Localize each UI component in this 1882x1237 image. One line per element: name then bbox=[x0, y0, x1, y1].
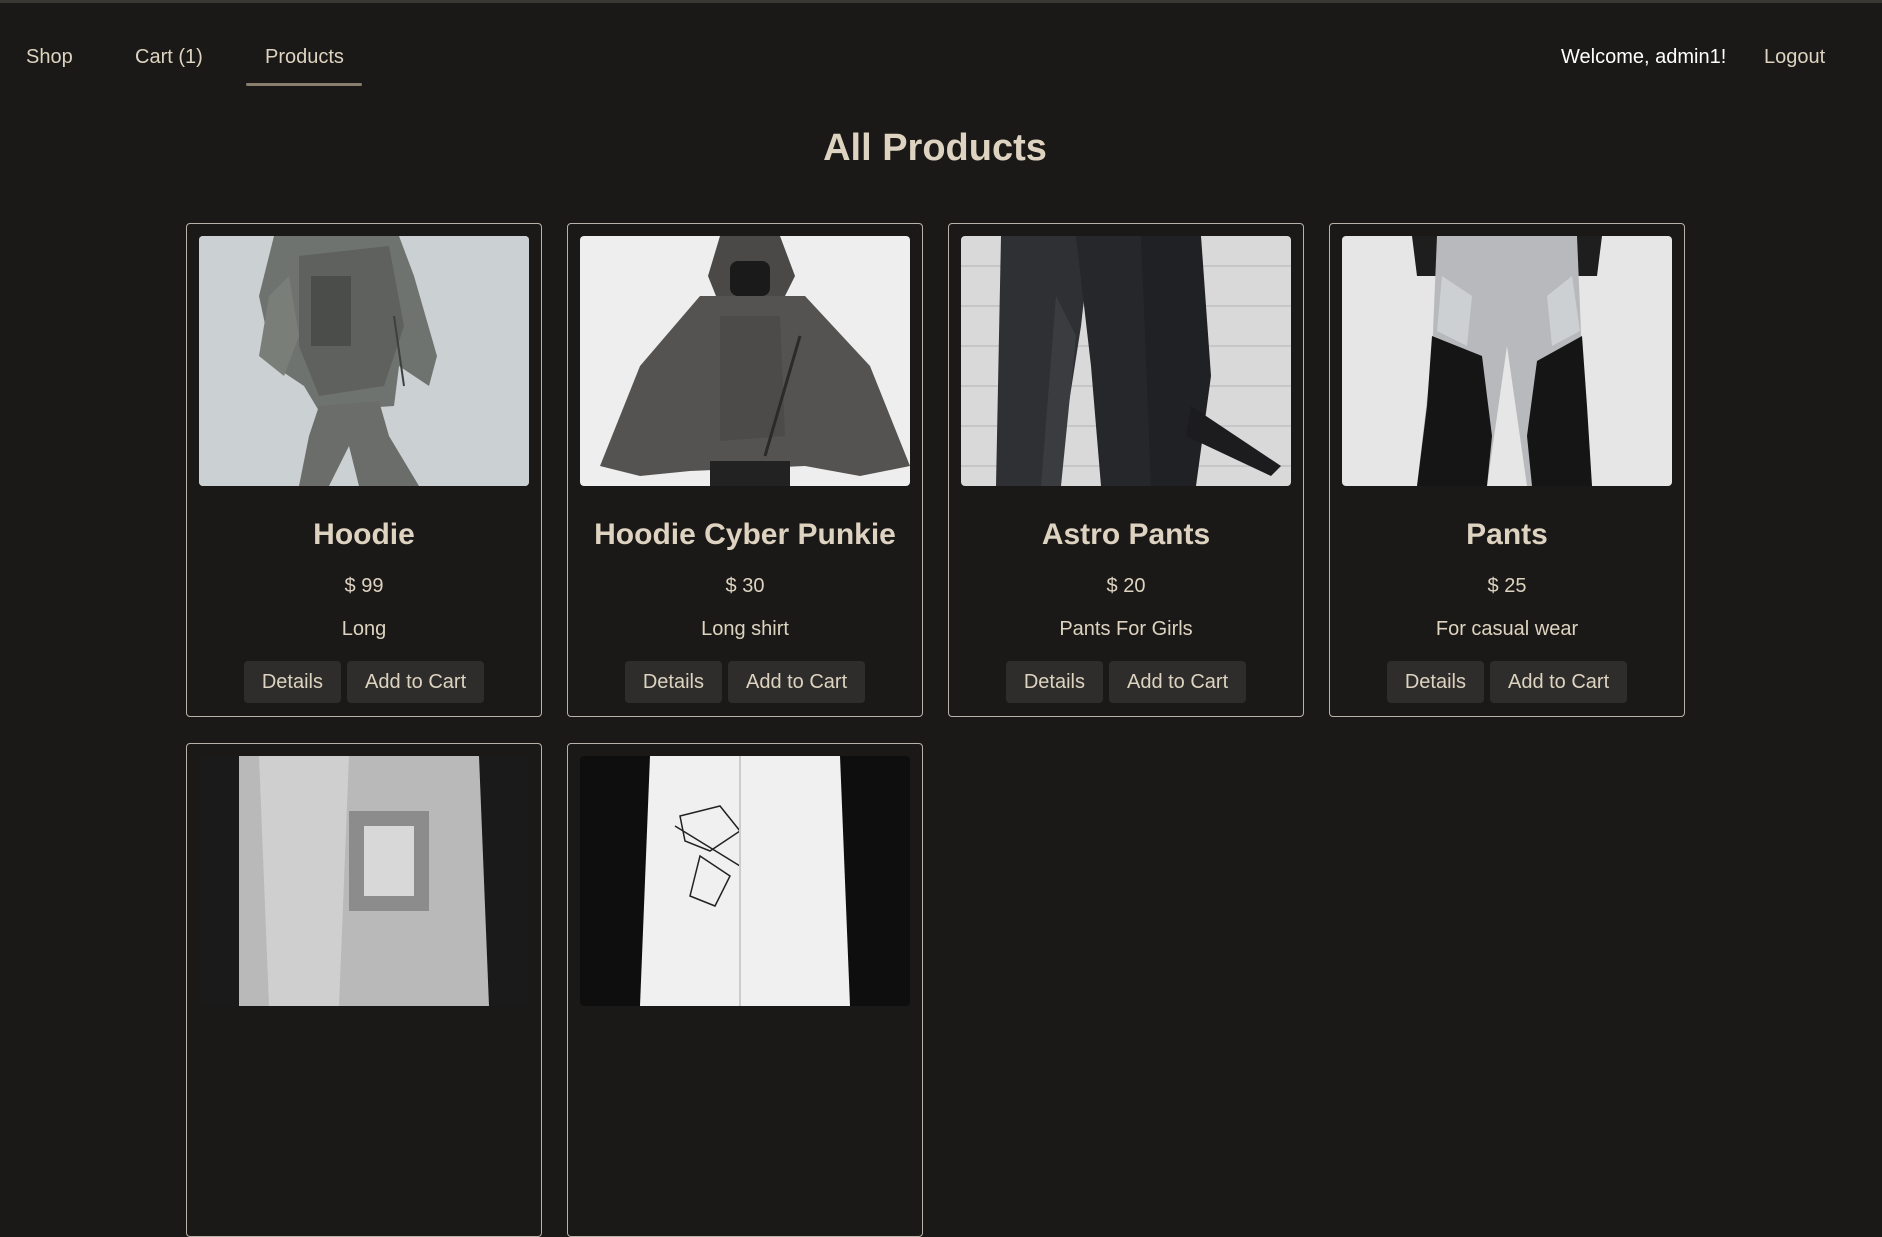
add-to-cart-button[interactable]: Add to Cart bbox=[727, 661, 866, 703]
product-name: Astro Pants bbox=[1041, 518, 1211, 551]
top-navbar: Shop Cart (1) Products Welcome, admin1! … bbox=[0, 3, 1882, 87]
logout-link[interactable]: Logout bbox=[1764, 47, 1825, 67]
product-name: Hoodie bbox=[313, 518, 415, 551]
welcome-message: Welcome, admin1! bbox=[1561, 46, 1727, 68]
product-price: $ 20 bbox=[1106, 575, 1146, 597]
product-actions: Details Add to Cart bbox=[187, 661, 541, 703]
product-image[interactable] bbox=[199, 236, 529, 486]
nav-products-link[interactable]: Products bbox=[265, 47, 344, 67]
product-actions: Details Add to Cart bbox=[949, 661, 1303, 703]
product-card-6 bbox=[567, 743, 923, 1237]
product-price: $ 25 bbox=[1487, 575, 1527, 597]
nav-cart-link[interactable]: Cart (1) bbox=[135, 47, 203, 67]
add-to-cart-button[interactable]: Add to Cart bbox=[1489, 661, 1628, 703]
product-card-5 bbox=[186, 743, 542, 1237]
details-button[interactable]: Details bbox=[243, 661, 341, 703]
details-button[interactable]: Details bbox=[1386, 661, 1484, 703]
nav-shop-link[interactable]: Shop bbox=[26, 47, 73, 67]
details-button[interactable]: Details bbox=[624, 661, 722, 703]
product-price: $ 30 bbox=[725, 575, 765, 597]
details-button[interactable]: Details bbox=[1005, 661, 1103, 703]
product-image[interactable] bbox=[199, 756, 529, 1006]
product-card-hoodie-cyber-punkie: Hoodie Cyber Punkie $ 30 Long shirt Deta… bbox=[567, 223, 923, 717]
active-tab-indicator bbox=[246, 83, 362, 86]
add-to-cart-button[interactable]: Add to Cart bbox=[1108, 661, 1247, 703]
product-description: Pants For Girls bbox=[1059, 618, 1193, 640]
product-description: Long bbox=[341, 618, 387, 640]
product-actions: Details Add to Cart bbox=[1330, 661, 1684, 703]
product-name: Pants bbox=[1466, 518, 1548, 551]
product-description: Long shirt bbox=[701, 618, 789, 640]
product-card-hoodie: Hoodie $ 99 Long Details Add to Cart bbox=[186, 223, 542, 717]
product-name: Hoodie Cyber Punkie bbox=[594, 518, 896, 551]
product-image[interactable] bbox=[580, 756, 910, 1006]
product-actions: Details Add to Cart bbox=[568, 661, 922, 703]
page-title: All Products bbox=[823, 127, 1047, 169]
product-description: For casual wear bbox=[1435, 618, 1579, 640]
product-image[interactable] bbox=[961, 236, 1291, 486]
product-card-pants: Pants $ 25 For casual wear Details Add t… bbox=[1329, 223, 1685, 717]
add-to-cart-button[interactable]: Add to Cart bbox=[346, 661, 485, 703]
product-card-astro-pants: Astro Pants $ 20 Pants For Girls Details… bbox=[948, 223, 1304, 717]
product-image[interactable] bbox=[1342, 236, 1672, 486]
product-image[interactable] bbox=[580, 236, 910, 486]
product-price: $ 99 bbox=[344, 575, 384, 597]
